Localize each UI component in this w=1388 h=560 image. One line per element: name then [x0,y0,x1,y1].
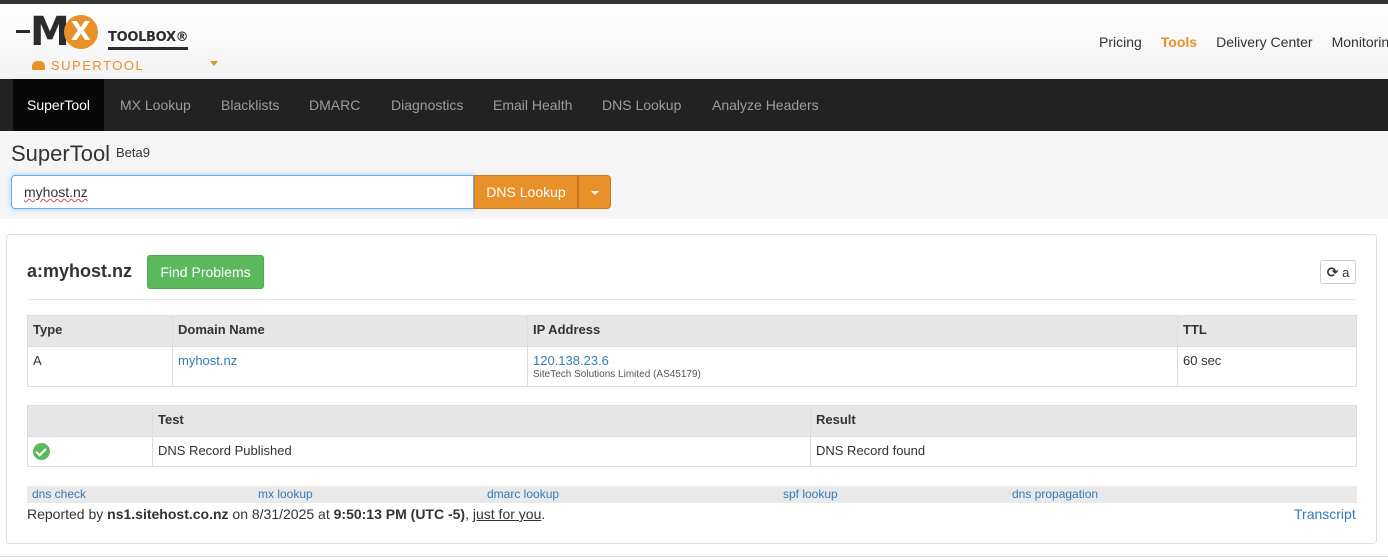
lookup-dropdown-toggle[interactable] [578,175,611,209]
supertool-selector[interactable]: SUPERTOOL [32,58,144,73]
nav-pricing[interactable]: Pricing [1099,34,1142,50]
tab-supertool[interactable]: SuperTool [13,79,105,131]
logo-wire-right [108,47,188,50]
nav-monitoring[interactable]: Monitoring [1332,34,1388,50]
just-for-you-link[interactable]: just for you [473,506,541,522]
logo-x: X [63,15,98,49]
column-header: Type [27,315,173,347]
reported-time: 9:50:13 PM (UTC -5) [333,506,466,522]
search-input-value: myhost.nz [24,184,88,200]
result-panel: a:myhost.nz Find Problems ⟳ a Type Domai… [6,234,1377,544]
related-links: dns check mx lookup dmarc lookup spf loo… [27,486,1357,503]
page-title: SuperTool [11,141,111,166]
table-row: A myhost.nz 120.138.23.6 SiteTech Soluti… [27,346,1357,387]
reported-end: . [541,506,546,522]
divider [0,556,1388,557]
refresh-icon: ⟳ [1326,264,1339,280]
column-header: Test [152,405,811,437]
toolbox-icon [32,61,45,70]
tests-table: Test Result DNS Record Published DNS Rec… [27,405,1357,468]
column-header: Domain Name [172,315,528,347]
tool-navbar: SuperTool MX Lookup Blacklists DMARC Dia… [0,79,1388,131]
check-circle-icon [33,443,50,461]
logo-mx: M X [30,9,98,55]
domain-link[interactable]: myhost.nz [178,353,237,368]
link-dns-propagation[interactable]: dns propagation [1012,487,1098,501]
reported-server: ns1.sitehost.co.nz [107,506,229,522]
asn-info: SiteTech Solutions Limited (AS45179) [533,369,701,380]
site-header: M X TOOLBOX® SUPERTOOL Pricing Tools Del… [0,4,1388,79]
tab-diagnostics[interactable]: Diagnostics [391,79,463,131]
transcript-link[interactable]: Transcript [1294,506,1356,522]
nav-tools[interactable]: Tools [1161,34,1197,50]
logo-toolbox-text: TOOLBOX® [108,30,189,45]
ip-link[interactable]: 120.138.23.6 [533,353,609,368]
tab-analyze-headers[interactable]: Analyze Headers [712,79,819,131]
link-dmarc-lookup[interactable]: dmarc lookup [487,487,559,501]
top-nav: Pricing Tools Delivery Center Monitoring [1099,34,1388,50]
tab-mx-lookup[interactable]: MX Lookup [120,79,191,131]
refresh-label: a [1342,265,1350,280]
column-header [27,405,153,437]
record-ttl: 60 sec [1177,346,1357,387]
column-header: IP Address [527,315,1178,347]
logo-m: M [30,9,70,55]
beta-badge: Beta9 [116,145,150,160]
test-name: DNS Record Published [152,435,811,468]
reported-prefix: Reported by [27,506,108,522]
link-spf-lookup[interactable]: spf lookup [783,487,838,501]
record-type: A [27,346,173,387]
reported-by: Reported by ns1.sitehost.co.nz on 8/31/2… [27,506,545,522]
tab-dmarc[interactable]: DMARC [309,79,360,131]
test-result: DNS Record found [810,435,1357,468]
nav-delivery-center[interactable]: Delivery Center [1216,34,1312,50]
find-problems-button[interactable]: Find Problems [147,255,264,289]
tab-dns-lookup[interactable]: DNS Lookup [602,79,681,131]
dns-lookup-button[interactable]: DNS Lookup [474,175,578,209]
reported-sep: , [465,506,473,522]
column-header: Result [810,405,1357,437]
divider [27,299,1357,300]
refresh-button[interactable]: ⟳ a [1320,260,1356,284]
logo-wire-left [16,30,30,33]
link-mx-lookup[interactable]: mx lookup [258,487,313,501]
column-header: TTL [1177,315,1357,347]
reported-on: on 8/31/2025 at [228,506,334,522]
supertool-label: SUPERTOOL [51,58,145,73]
records-table: Type Domain Name IP Address TTL A myhost… [27,315,1357,387]
link-dns-check[interactable]: dns check [32,487,86,501]
chevron-down-icon[interactable] [210,61,218,66]
search-area: SuperTool Beta9 myhost.nz DNS Lookup [0,131,1388,219]
tab-blacklists[interactable]: Blacklists [221,79,279,131]
tab-email-health[interactable]: Email Health [493,79,572,131]
table-header-row: Type Domain Name IP Address TTL [27,315,1357,347]
table-row: DNS Record Published DNS Record found [27,435,1357,468]
result-title: a:myhost.nz [27,261,133,281]
search-input[interactable]: myhost.nz [11,175,474,209]
table-header-row: Test Result [27,405,1357,437]
